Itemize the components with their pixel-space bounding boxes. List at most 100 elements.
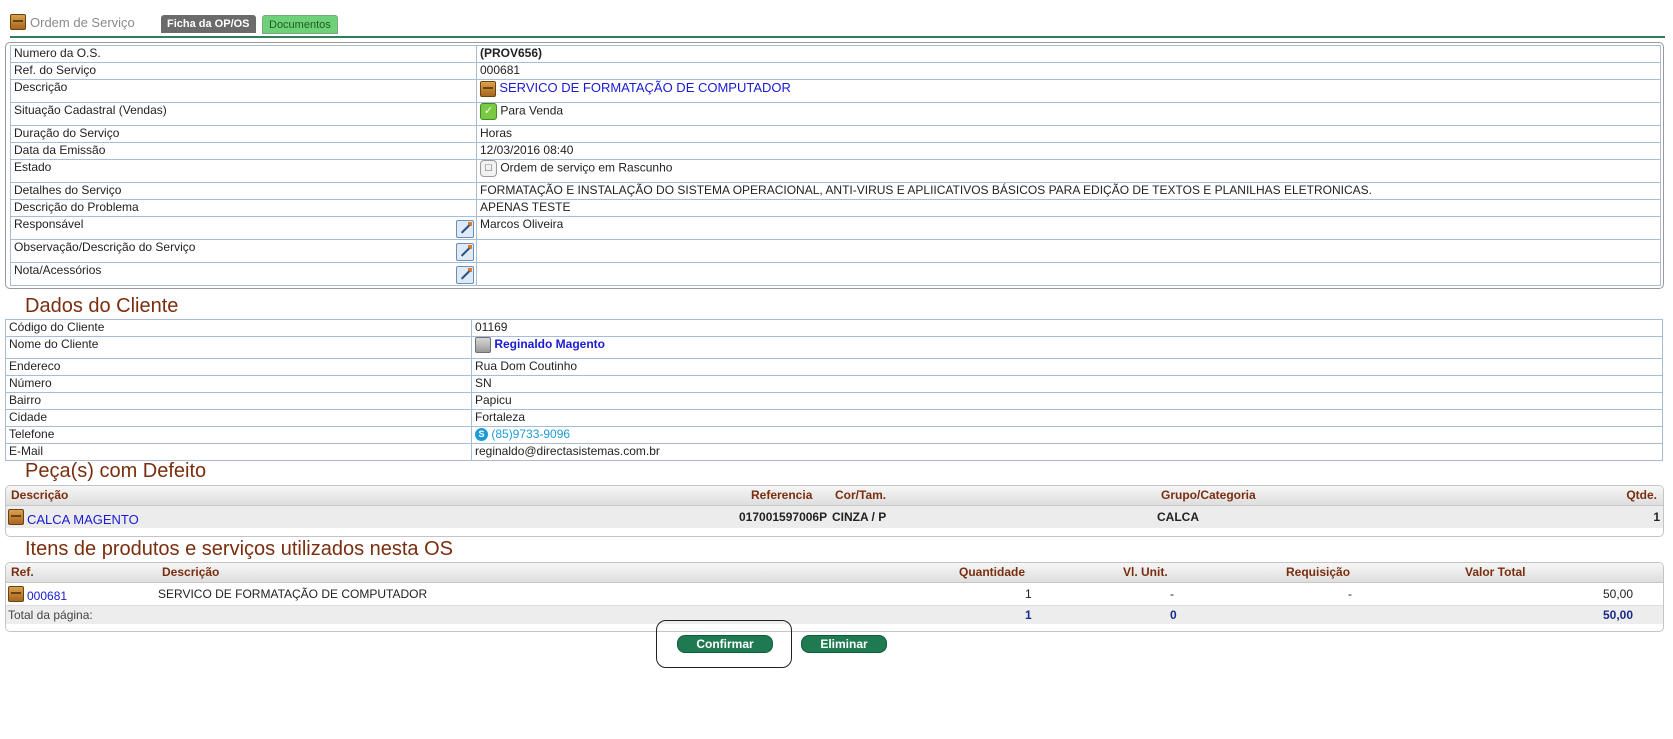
items-section-title: Itens de produtos e serviços utilizados …: [25, 538, 454, 560]
row-label: Descrição: [10, 79, 477, 103]
item-total-value: 50,00: [1602, 587, 1633, 601]
table-row: Nota/Acessórios: [10, 262, 1661, 286]
item-ref-link[interactable]: 000681: [27, 589, 67, 603]
col-header-valor-total[interactable]: Valor Total: [1465, 565, 1525, 579]
tab-ficha-op-os[interactable]: Ficha da OP/OS: [161, 15, 256, 33]
col-header-quantidade[interactable]: Quantidade: [959, 565, 1025, 579]
table-row: Numero da O.S. (PROV656): [10, 45, 1661, 63]
service-details-value: FORMATAÇÃO E INSTALAÇÃO DO SISTEMA OPERA…: [476, 182, 1661, 200]
part-reference: 017001597006P: [739, 510, 828, 524]
table-row: Duração do Serviço Horas: [10, 125, 1661, 143]
table-row: Responsável Marcos Oliveira: [10, 216, 1661, 240]
state-value: Ordem de serviço em Rascunho: [500, 160, 673, 175]
row-label: Nome do Cliente: [5, 336, 472, 359]
package-icon: [8, 509, 24, 525]
items-grid: Ref. Descrição Quantidade Vl. Unit. Requ…: [5, 562, 1664, 632]
accessories-label: Nota/Acessórios: [14, 263, 102, 277]
table-row: Observação/Descrição do Serviço: [10, 239, 1661, 263]
service-description-link[interactable]: SERVICO DE FORMATAÇÃO DE COMPUTADOR: [499, 80, 791, 95]
table-row: Cidade Fortaleza: [5, 409, 1663, 427]
top-tab-bar: Ordem de Serviço Ficha da OP/OS Document…: [10, 12, 1665, 38]
check-icon: ✓: [480, 103, 497, 120]
issue-date-value: 12/03/2016 08:40: [476, 142, 1661, 160]
col-header-grupo[interactable]: Grupo/Categoria: [1161, 488, 1256, 502]
package-icon: [10, 14, 26, 30]
table-row: Descrição SERVICO DE FORMATAÇÃO DE COMPU…: [10, 79, 1661, 103]
table-row: Ref. do Serviço 000681: [10, 62, 1661, 80]
table-row: Bairro Papicu: [5, 392, 1663, 410]
accessories-value: [476, 262, 1661, 286]
phone-cell: S (85)9733-9096: [471, 426, 1663, 444]
col-header-descricao[interactable]: Descrição: [162, 565, 219, 579]
client-code-value: 01169: [471, 319, 1663, 337]
district-value: Papicu: [471, 392, 1663, 410]
phone-link[interactable]: (85)9733-9096: [491, 427, 570, 441]
client-name-link[interactable]: Reginaldo Magento: [494, 337, 605, 351]
os-info-panel: Numero da O.S. (PROV656) Ref. do Serviço…: [5, 42, 1664, 289]
address-value: Rua Dom Coutinho: [471, 358, 1663, 376]
grid-header: Ref. Descrição Quantidade Vl. Unit. Requ…: [6, 563, 1663, 583]
responsible-value: Marcos Oliveira: [476, 216, 1661, 240]
total-row: Total da página: 1 0 50,00: [6, 605, 1663, 624]
responsible-label: Responsável: [14, 217, 84, 231]
total-unit-value: 0: [1170, 608, 1177, 622]
package-icon: [8, 586, 24, 602]
status-cell: ✓ Para Venda: [476, 102, 1661, 126]
app-title: Ordem de Serviço: [10, 14, 135, 30]
city-value: Fortaleza: [471, 409, 1663, 427]
row-label: Descrição do Problema: [10, 199, 477, 217]
table-row: Detalhes do Serviço FORMATAÇÃO E INSTALA…: [10, 182, 1661, 200]
row-label: E-Mail: [5, 443, 472, 461]
col-header-requisicao[interactable]: Requisição: [1286, 565, 1350, 579]
edit-icon[interactable]: [456, 266, 474, 284]
row-label: Responsável: [10, 216, 477, 240]
total-label: Total da página:: [8, 608, 93, 622]
row-label: Bairro: [5, 392, 472, 410]
os-info-table: Numero da O.S. (PROV656) Ref. do Serviço…: [10, 45, 1661, 286]
edit-icon[interactable]: [456, 220, 474, 238]
table-row: CALCA MAGENTO 017001597006P CINZA / P CA…: [6, 506, 1663, 528]
confirm-button[interactable]: Confirmar: [677, 635, 773, 653]
sales-status-value: Para Venda: [500, 103, 564, 118]
os-number-value: (PROV656): [476, 45, 1661, 63]
row-label: Telefone: [5, 426, 472, 444]
col-header-referencia[interactable]: Referencia: [751, 488, 812, 502]
row-label: Cidade: [5, 409, 472, 427]
item-requisition: -: [1348, 587, 1352, 601]
description-cell: SERVICO DE FORMATAÇÃO DE COMPUTADOR: [476, 79, 1661, 103]
defective-parts-title: Peça(s) com Defeito: [25, 460, 207, 482]
row-label: Ref. do Serviço: [10, 62, 477, 80]
observation-label: Observação/Descrição do Serviço: [14, 240, 196, 254]
row-label: Numero da O.S.: [10, 45, 477, 63]
part-qty: 1: [1653, 510, 1660, 524]
table-row: Nome do Cliente Reginaldo Magento: [5, 336, 1663, 359]
item-quantity: 1: [1025, 587, 1032, 601]
row-label: Duração do Serviço: [10, 125, 477, 143]
row-label: Estado: [10, 159, 477, 183]
grid-header: Descrição Referencia Cor/Tam. Grupo/Cate…: [6, 486, 1663, 506]
tab-documentos[interactable]: Documentos: [262, 15, 338, 34]
part-description-link[interactable]: CALCA MAGENTO: [27, 512, 139, 527]
table-row: Número SN: [5, 375, 1663, 393]
col-header-ref[interactable]: Ref.: [11, 565, 34, 579]
table-row: E-Mail reginaldo@directasistemas.com.br: [5, 443, 1663, 461]
col-header-descricao[interactable]: Descrição: [11, 488, 68, 502]
col-header-vl-unit[interactable]: Vl. Unit.: [1123, 565, 1168, 579]
client-name-cell: Reginaldo Magento: [471, 336, 1663, 359]
service-ref-value: 000681: [476, 62, 1661, 80]
problem-description-value: APENAS TESTE: [476, 199, 1661, 217]
row-label: Endereco: [5, 358, 472, 376]
delete-button[interactable]: Eliminar: [801, 635, 887, 653]
part-group: CALCA: [1157, 510, 1199, 524]
item-description: SERVICO DE FORMATAÇÃO DE COMPUTADOR: [158, 587, 428, 601]
item-unit-value: -: [1170, 587, 1174, 601]
row-label: Número: [5, 375, 472, 393]
skype-icon: S: [475, 428, 488, 442]
edit-icon[interactable]: [456, 243, 474, 261]
table-row: Endereco Rua Dom Coutinho: [5, 358, 1663, 376]
table-row: Estado ☐ Ordem de serviço em Rascunho: [10, 159, 1661, 183]
col-header-qtde[interactable]: Qtde.: [1626, 488, 1657, 502]
col-header-cor-tam[interactable]: Cor/Tam.: [835, 488, 886, 502]
table-row: Telefone S (85)9733-9096: [5, 426, 1663, 444]
draft-icon: ☐: [480, 160, 497, 177]
